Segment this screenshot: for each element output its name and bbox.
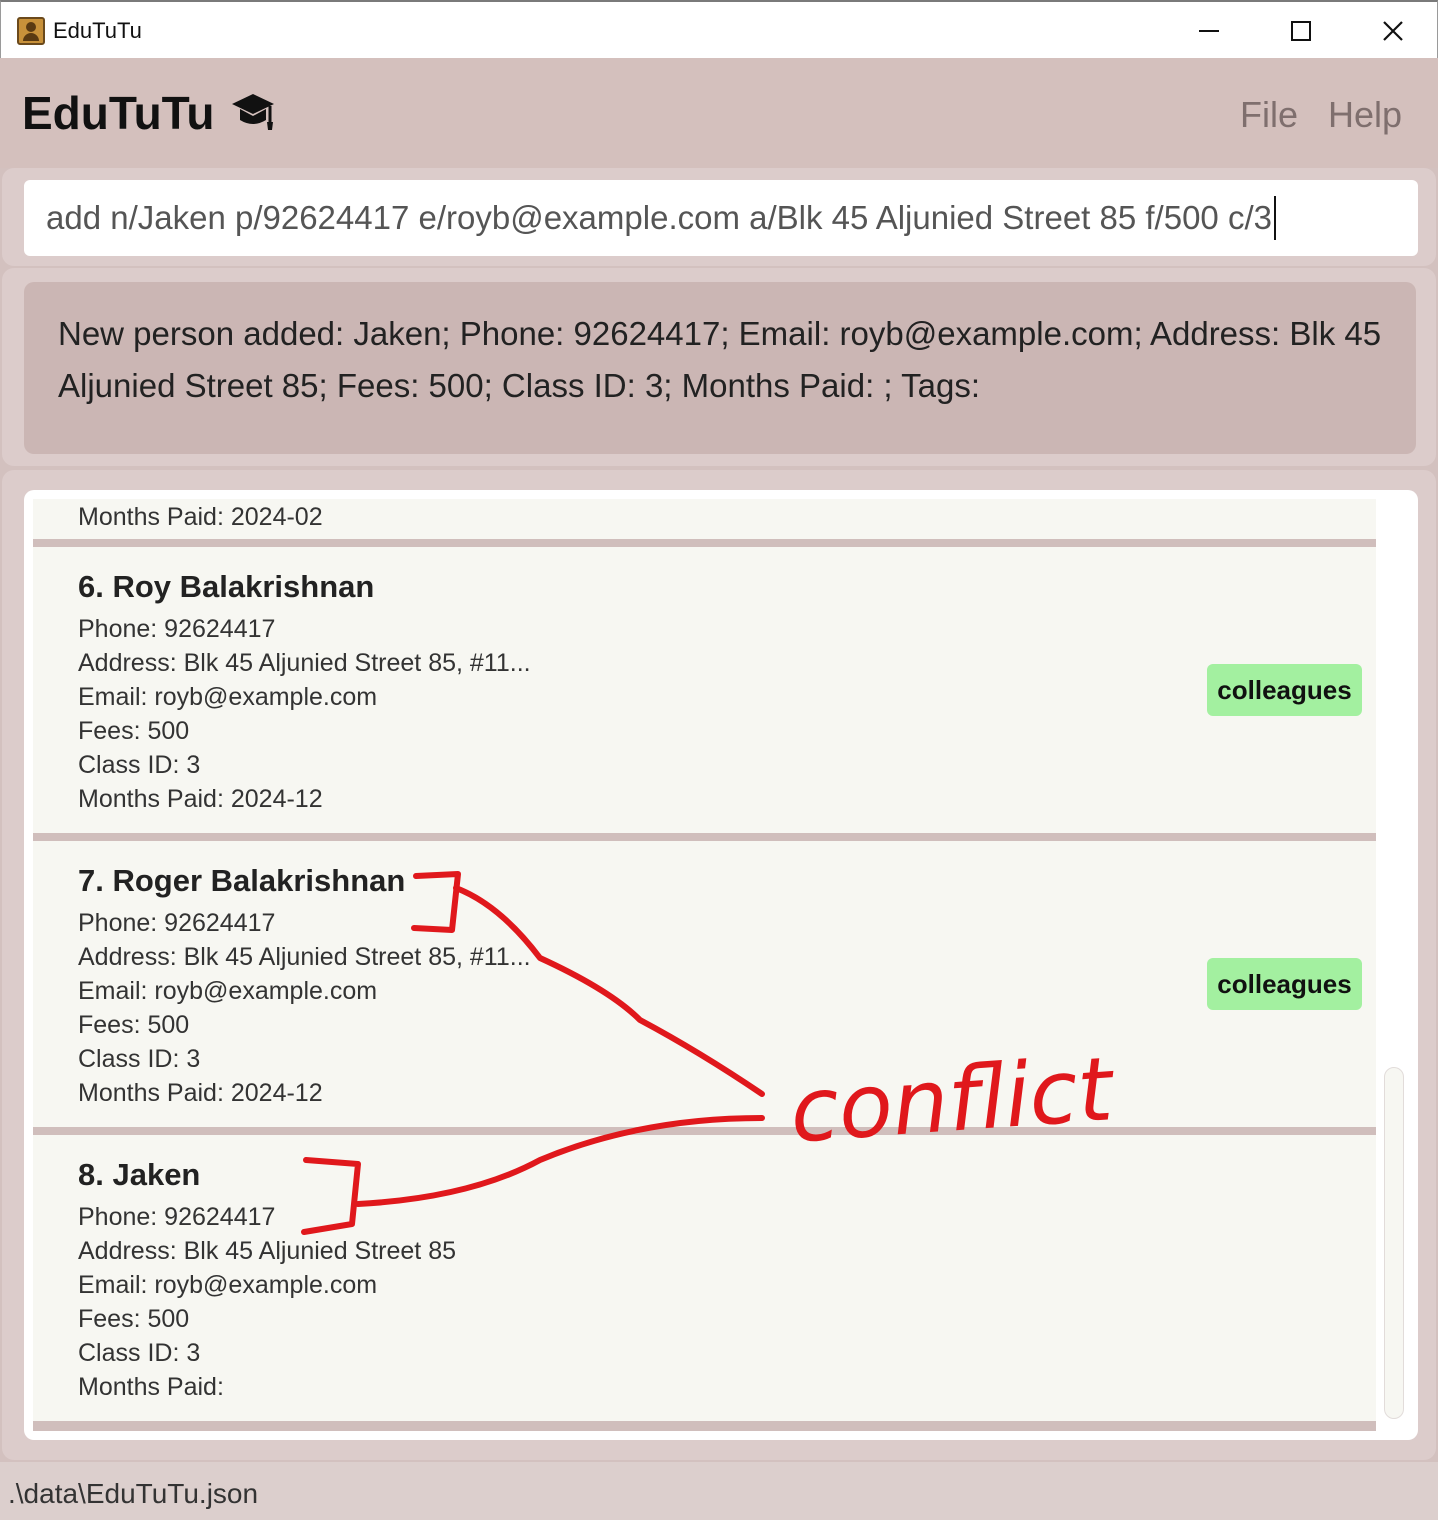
maximize-icon bbox=[1291, 21, 1311, 41]
person-class-id: Class ID: 3 bbox=[78, 751, 201, 779]
person-fees: Fees: 500 bbox=[78, 717, 190, 745]
person-card[interactable]: 8. Jaken Phone: 92624417 Address: Blk 45… bbox=[33, 1135, 1376, 1421]
maximize-button[interactable] bbox=[1255, 2, 1347, 60]
person-name: 7. Roger Balakrishnan bbox=[78, 863, 406, 898]
person-address: Address: Blk 45 Aljunied Street 85, #11.… bbox=[78, 649, 531, 677]
person-email: Email: royb@example.com bbox=[78, 977, 378, 1005]
command-input-value: add n/Jaken p/92624417 e/royb@example.co… bbox=[46, 199, 1272, 236]
person-class-id: Class ID: 3 bbox=[78, 1339, 201, 1367]
menu-help[interactable]: Help bbox=[1328, 94, 1402, 136]
person-list-panel: Months Paid: 2024-02 6. Roy Balakrishnan… bbox=[2, 470, 1436, 1460]
person-months-paid: Months Paid: 2024-12 bbox=[78, 1079, 323, 1107]
result-display: New person added: Jaken; Phone: 92624417… bbox=[24, 282, 1416, 454]
person-months-paid: Months Paid: bbox=[78, 1373, 224, 1401]
window-title: EduTuTu bbox=[53, 18, 142, 43]
command-input[interactable]: add n/Jaken p/92624417 e/royb@example.co… bbox=[24, 180, 1418, 256]
command-box: add n/Jaken p/92624417 e/royb@example.co… bbox=[2, 168, 1436, 266]
person-months-paid: Months Paid: 2024-02 bbox=[78, 503, 323, 531]
person-phone: Phone: 92624417 bbox=[78, 1203, 276, 1231]
text-caret bbox=[1273, 196, 1276, 240]
person-address: Address: Blk 45 Aljunied Street 85 bbox=[78, 1237, 457, 1265]
person-months-paid: Months Paid: 2024-12 bbox=[78, 785, 323, 813]
person-card[interactable]: 6. Roy Balakrishnan Phone: 92624417 Addr… bbox=[33, 547, 1376, 833]
window-titlebar: EduTuTu bbox=[0, 0, 1438, 58]
person-fees: Fees: 500 bbox=[78, 1011, 190, 1039]
person-phone: Phone: 92624417 bbox=[78, 615, 276, 643]
scrollbar-thumb[interactable] bbox=[1384, 1067, 1404, 1419]
status-bar: .\data\EduTuTu.json bbox=[0, 1462, 1438, 1520]
close-icon bbox=[1383, 21, 1403, 41]
person-address: Address: Blk 45 Aljunied Street 85, #11.… bbox=[78, 943, 531, 971]
person-email: Email: royb@example.com bbox=[78, 683, 378, 711]
app-header: EduTuTu File Help bbox=[0, 58, 1438, 168]
tag-badge: colleagues bbox=[1207, 958, 1362, 1010]
app-icon bbox=[17, 17, 45, 45]
brand-title: EduTuTu bbox=[22, 87, 215, 139]
tag-badge: colleagues bbox=[1207, 664, 1362, 716]
person-email: Email: royb@example.com bbox=[78, 1271, 378, 1299]
minimize-button[interactable] bbox=[1163, 2, 1255, 60]
save-location: .\data\EduTuTu.json bbox=[8, 1478, 259, 1509]
person-name: 6. Roy Balakrishnan bbox=[78, 569, 375, 604]
person-class-id: Class ID: 3 bbox=[78, 1045, 201, 1073]
person-list[interactable]: Months Paid: 2024-02 6. Roy Balakrishnan… bbox=[24, 490, 1418, 1440]
person-name: 8. Jaken bbox=[78, 1157, 201, 1192]
person-card[interactable]: 7. Roger Balakrishnan Phone: 92624417 Ad… bbox=[33, 841, 1376, 1127]
menu-file[interactable]: File bbox=[1240, 94, 1298, 136]
person-list-viewport: Months Paid: 2024-02 6. Roy Balakrishnan… bbox=[33, 499, 1376, 1431]
person-card[interactable]: Months Paid: 2024-02 bbox=[33, 499, 1376, 539]
app-brand: EduTuTu bbox=[22, 86, 276, 140]
result-display-panel: New person added: Jaken; Phone: 92624417… bbox=[2, 268, 1436, 466]
graduation-cap-icon bbox=[232, 94, 275, 130]
person-fees: Fees: 500 bbox=[78, 1305, 190, 1333]
minimize-icon bbox=[1199, 30, 1219, 32]
person-phone: Phone: 92624417 bbox=[78, 909, 276, 937]
close-button[interactable] bbox=[1347, 2, 1438, 60]
